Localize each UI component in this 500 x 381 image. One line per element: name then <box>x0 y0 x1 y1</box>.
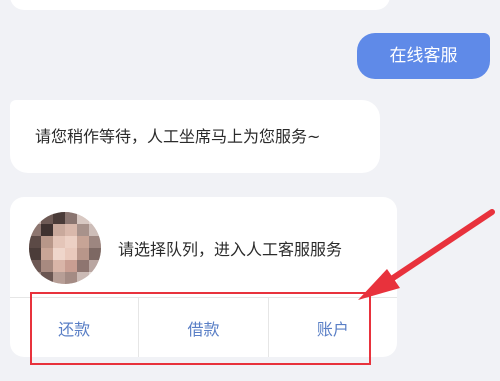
option-borrow-button[interactable]: 借款 <box>139 298 267 357</box>
agent-message-text: 请您稍作等待，人工坐席马上为您服务~ <box>35 127 321 146</box>
queue-prompt-text: 请选择队列，进入人工客服服务 <box>118 240 343 259</box>
user-message-bubble: 在线客服 <box>357 33 490 79</box>
queue-options-row: 还款 借款 账户 <box>10 298 397 357</box>
option-account-button[interactable]: 账户 <box>269 298 397 357</box>
option-repayment-button[interactable]: 还款 <box>10 298 138 357</box>
agent-avatar <box>29 212 101 284</box>
previous-message-bubble <box>10 0 390 10</box>
agent-message-bubble: 请您稍作等待，人工坐席马上为您服务~ <box>10 100 380 173</box>
queue-selection-card: 请选择队列，进入人工客服服务 还款 借款 账户 <box>10 197 397 357</box>
user-message-text: 在线客服 <box>389 46 458 66</box>
